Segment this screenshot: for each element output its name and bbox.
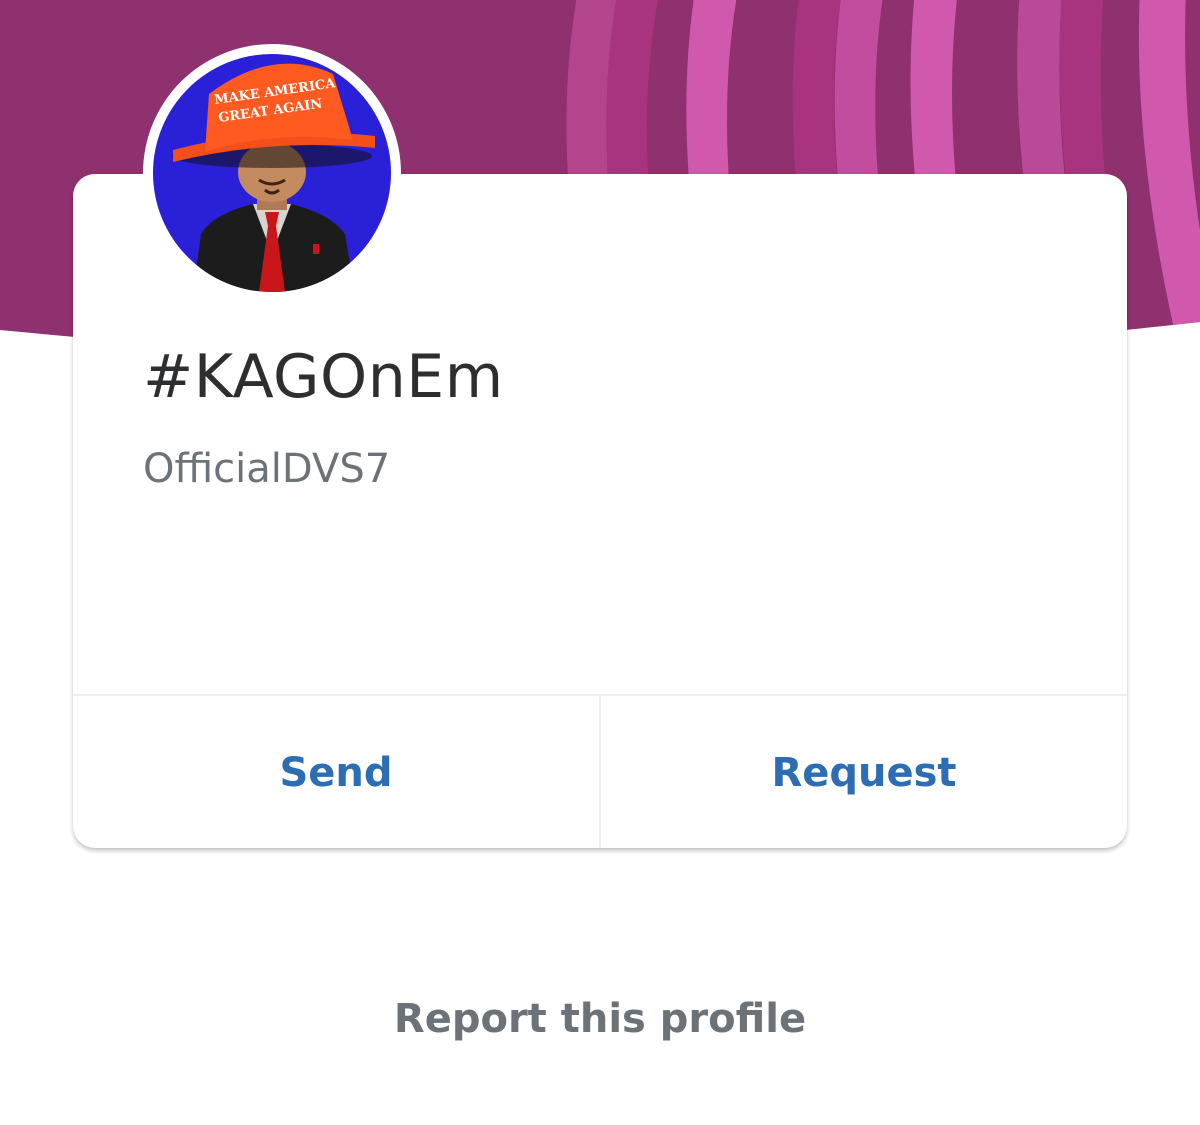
avatar-ring: MAKE AMERICA GREAT AGAIN [143, 44, 401, 302]
profile-page: #KAGOnEm OfficialDVS7 Send Request MAKE … [0, 0, 1200, 1125]
avatar: MAKE AMERICA GREAT AGAIN [153, 54, 391, 292]
avatar-picture: MAKE AMERICA GREAT AGAIN [153, 54, 391, 292]
profile-display-name: #KAGOnEm [143, 342, 504, 412]
report-profile-link[interactable]: Report this profile [0, 996, 1200, 1042]
send-button[interactable]: Send [73, 696, 599, 848]
request-button[interactable]: Request [601, 696, 1127, 848]
profile-username: OfficialDVS7 [143, 446, 391, 492]
action-row: Send Request [73, 694, 1127, 848]
